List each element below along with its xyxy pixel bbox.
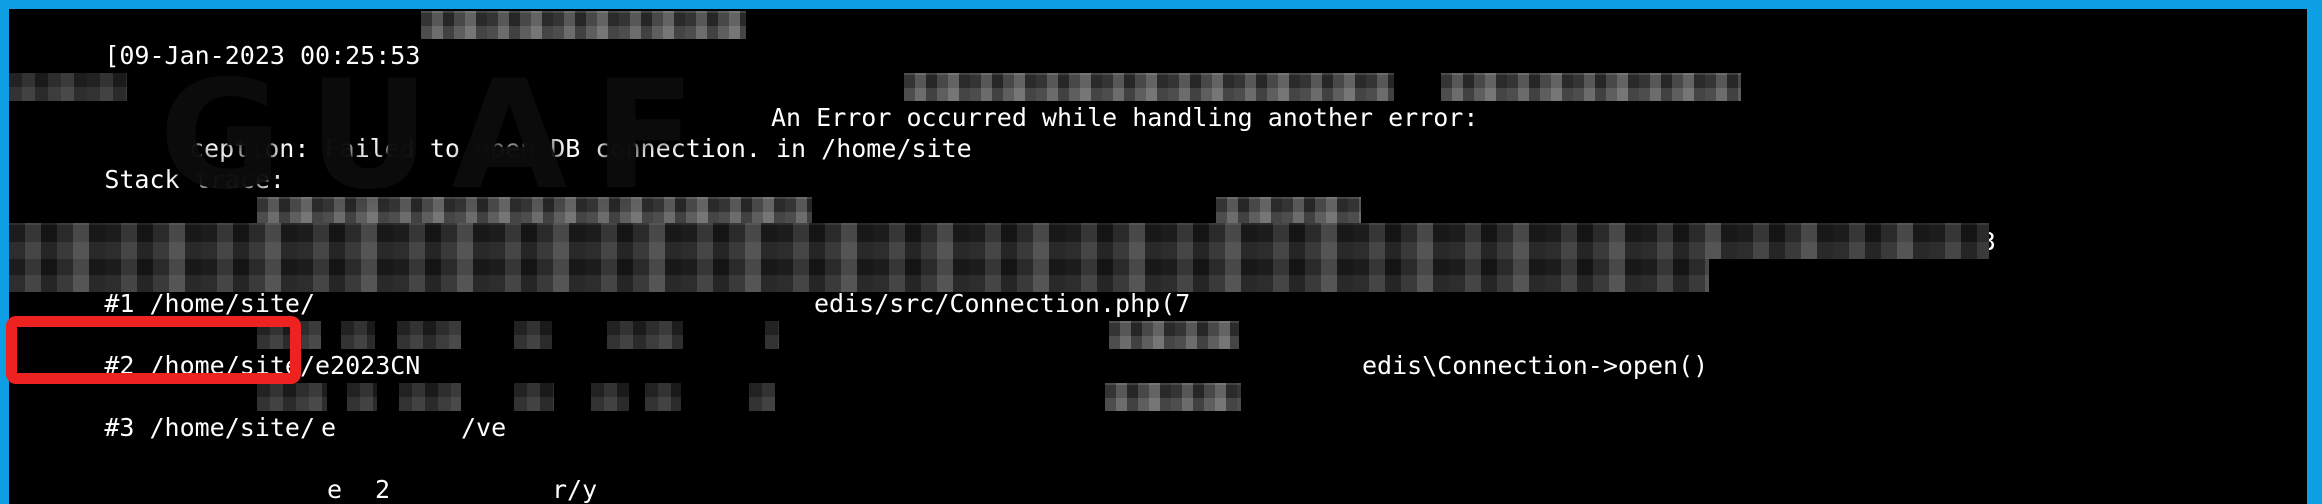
- log-line-frame-0-mid: edis/src/Connection.php(7: [814, 289, 1191, 318]
- redaction-block: [9, 73, 127, 101]
- window-frame-top: [0, 0, 2322, 9]
- redaction-block: [904, 73, 1394, 101]
- log-line-frame-2-mid2: 2: [375, 475, 391, 504]
- redaction-block: [1441, 73, 1741, 101]
- log-line-frame-0: #0 /home/site/ edis/src/Connection.php(7…: [9, 195, 2307, 380]
- log-line-timestamp-error: [09-Jan-2023 00:25:53 An Error occurred …: [9, 9, 2307, 132]
- redaction-block: [257, 383, 327, 411]
- log-line-frame-2-prefix: #2 /home/site/: [104, 351, 316, 380]
- redaction-block: [347, 383, 377, 411]
- redaction-block: [397, 321, 461, 349]
- log-line-frame-3-prefix: #3 /home/site/: [104, 413, 316, 442]
- redaction-block: [341, 321, 375, 349]
- log-line-frame-1-mid1: e2023CN: [315, 351, 421, 380]
- redaction-block: [765, 321, 779, 349]
- redaction-block: [399, 383, 461, 411]
- log-line-obscured-1: [9, 223, 1989, 259]
- window-frame-left: [0, 0, 9, 504]
- redaction-block: [1105, 383, 1241, 411]
- log-line-frame-3: #3 /home/site/ e 2 /ve r/ s /yii /web/Ur…: [9, 381, 2307, 504]
- log-text-area[interactable]: GUAF [09-Jan-2023 00:25:53 An Error occu…: [9, 9, 2307, 504]
- log-line-exception-header: ception: Failed to open DB connection. i…: [9, 71, 2307, 256]
- redaction-block: [591, 383, 629, 411]
- redaction-block: [257, 197, 812, 225]
- redaction-block: [514, 321, 552, 349]
- log-line-frame-2-mid1: e: [321, 413, 337, 442]
- log-line-frame-1-mid3: r/y: [552, 475, 598, 504]
- log-line-obscured-2: [9, 259, 1709, 292]
- log-viewer-screenshot: GUAF [09-Jan-2023 00:25:53 An Error occu…: [0, 0, 2322, 504]
- log-line-frame-1-mid2: /ve: [461, 413, 507, 442]
- log-line-frame-1-prefix: #1 /home/site/: [104, 289, 316, 318]
- redaction-block: [607, 321, 683, 349]
- log-line-timestamp-text: [09-Jan-2023 00:25:53: [104, 41, 421, 70]
- redaction-block: [645, 383, 681, 411]
- redaction-block: [257, 321, 321, 349]
- log-line-stack-trace-text: Stack trace:: [104, 165, 285, 194]
- redaction-block: [749, 383, 775, 411]
- redaction-block: [421, 11, 746, 39]
- log-line-frame-3-mid1: e: [327, 475, 343, 504]
- log-line-timestamp-tail: An Error occurred while handling another…: [771, 103, 1479, 132]
- log-line-frame-2: #2 /home/site/ e 2 /ve r/y t/yii /cachin…: [9, 319, 2307, 504]
- redaction-block: [1216, 197, 1361, 225]
- redaction-block: [1109, 321, 1239, 349]
- log-line-frame-0-tail: edis\Connection->open(): [1362, 351, 1709, 380]
- redaction-block: [514, 383, 554, 411]
- window-frame-right: [2307, 0, 2322, 504]
- log-line-exception-text: ception: Failed to open DB connection. i…: [189, 134, 972, 163]
